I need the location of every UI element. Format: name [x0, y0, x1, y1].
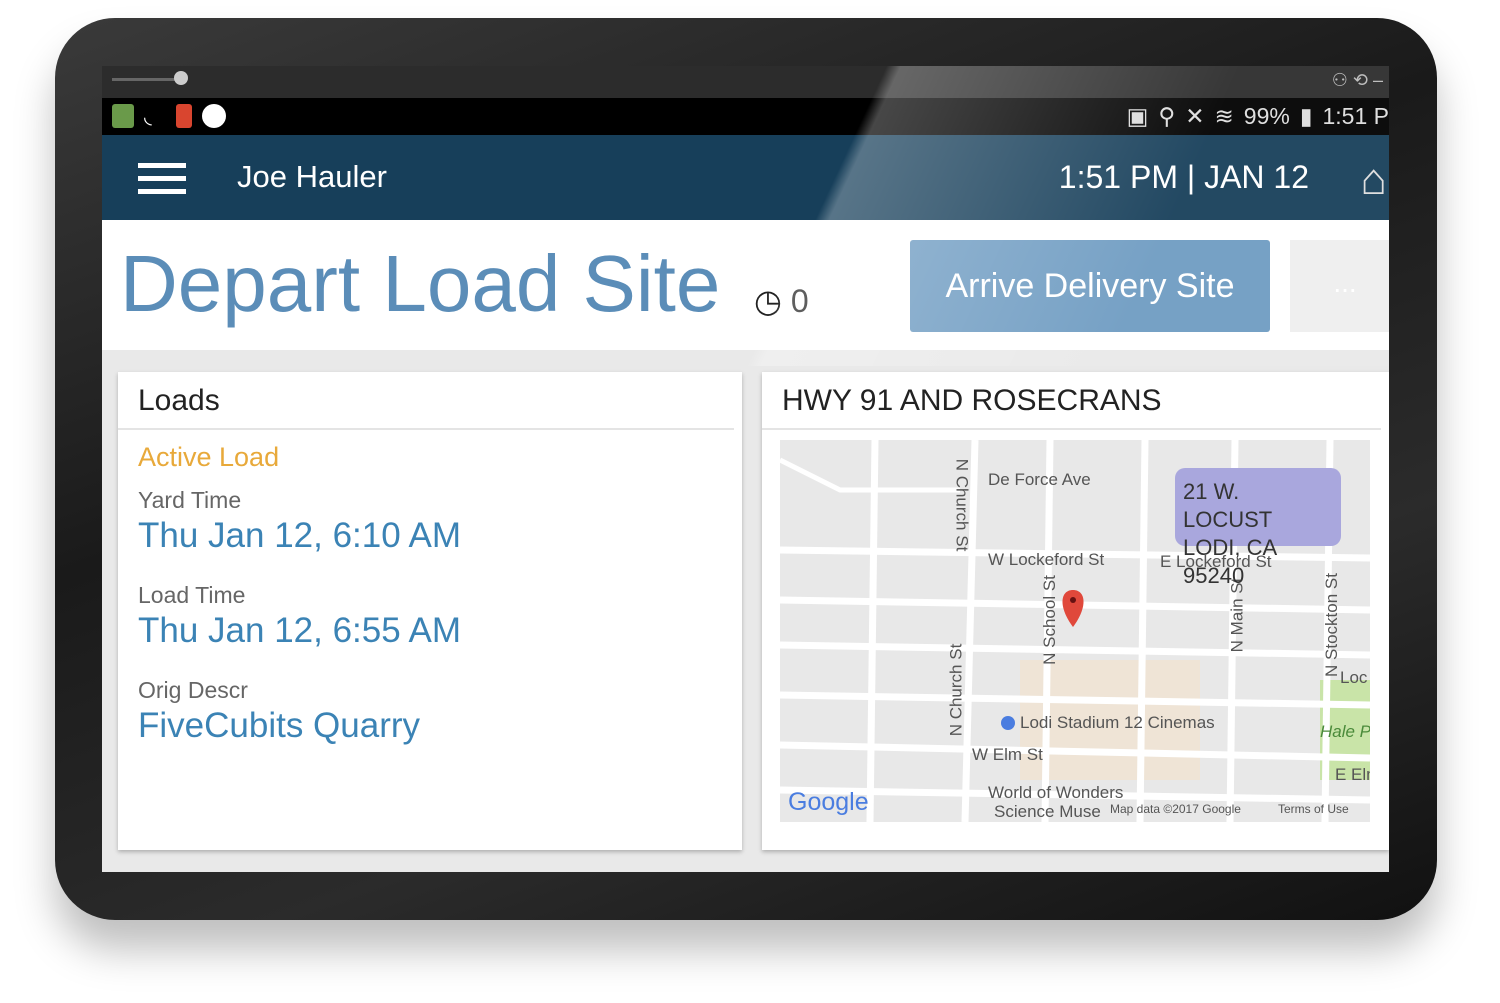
active-load-label: Active Load	[138, 442, 280, 472]
load-time-label: Load Time	[138, 582, 246, 608]
home-icon[interactable]: ⌂	[1360, 155, 1387, 205]
address-line1: 21 W. LOCUST	[1183, 479, 1273, 532]
clock: 1:51 P	[1322, 103, 1390, 129]
map-heading: HWY 91 AND ROSECRANS	[762, 372, 1381, 430]
wifi-icon: ≋	[1214, 103, 1234, 129]
cinema-icon	[1001, 716, 1015, 730]
location-pin-icon	[1062, 590, 1084, 627]
menu-icon[interactable]	[138, 163, 186, 195]
app-header: Joe Hauler 1:51 PM | JAN 12 ⌂	[102, 135, 1389, 220]
user-name: Joe Hauler	[237, 159, 387, 194]
map-card: HWY 91 AND ROSECRANS De Force Ave W Lock…	[762, 372, 1389, 850]
map-label: De Force Ave	[988, 470, 1091, 489]
timer-count: 0	[790, 283, 809, 319]
yard-time-value: Thu Jan 12, 6:10 AM	[138, 516, 461, 555]
map-label: N School St	[1039, 575, 1059, 665]
arrive-delivery-site-button[interactable]: Arrive Delivery Site	[910, 240, 1270, 332]
loads-card: Loads Active Load Yard Time Thu Jan 12, …	[118, 372, 742, 850]
screen: ⚇ ⟲ – ◟ ▣ ⚲ ✕ ≋ 99% ▮ 1:51 P Joe Hauler …	[102, 66, 1389, 872]
slider-knob[interactable]	[174, 71, 188, 85]
map-label: W Lockeford St	[988, 550, 1105, 569]
page-title: Depart Load Site	[120, 239, 721, 328]
loads-heading: Loads	[118, 372, 734, 430]
map-label: W Elm St	[972, 745, 1043, 764]
location-icon: ⚲	[1158, 103, 1176, 129]
header-datetime: 1:51 PM | JAN 12	[1058, 159, 1309, 195]
map-label: Loc	[1340, 668, 1368, 687]
cast-icon: ▣	[1126, 103, 1149, 129]
title-bar: Depart Load Site ◷ 0 Arrive Delivery Sit…	[102, 220, 1389, 350]
map-label: N Church St	[952, 458, 972, 552]
map-label: World of Wonders	[988, 783, 1124, 802]
yard-time-label: Yard Time	[138, 487, 242, 513]
sim-icon	[176, 104, 192, 128]
battery-icon: ▮	[1299, 103, 1313, 129]
map-attribution: Map data ©2017 Google	[1110, 802, 1241, 816]
battery-level: 99%	[1243, 103, 1290, 129]
google-logo: Google	[788, 788, 869, 816]
app-icon	[112, 104, 134, 128]
map-label: Science Muse	[994, 802, 1101, 821]
clock-icon: ◷	[754, 283, 782, 319]
notification-shade: ⚇ ⟲ –	[102, 66, 1389, 98]
orig-descr-value: FiveCubits Quarry	[138, 706, 421, 745]
address-line2: LODI, CA 95240	[1183, 535, 1276, 588]
timer: ◷ 0	[754, 282, 809, 320]
mute-icon: ✕	[1185, 103, 1205, 129]
map-label: N Church St	[946, 643, 966, 737]
map[interactable]: De Force Ave W Lockeford St E Lockeford …	[780, 440, 1370, 822]
address-overlay: 21 W. LOCUST LODI, CA 95240	[1175, 468, 1341, 588]
more-button[interactable]: ...	[1290, 240, 1389, 332]
load-time-value: Thu Jan 12, 6:55 AM	[138, 611, 461, 650]
brightness-slider[interactable]	[112, 78, 182, 81]
map-label-cinema[interactable]: Lodi Stadium 12 Cinemas	[1020, 713, 1215, 733]
nfc-icon: ◟	[144, 106, 152, 128]
orig-descr-label: Orig Descr	[138, 677, 248, 703]
terms-link[interactable]: Terms of Use	[1278, 802, 1349, 816]
map-label: E Elm	[1335, 765, 1370, 784]
rotate-icon[interactable]: ⚇ ⟲ –	[1332, 70, 1383, 91]
map-label: Hale P	[1320, 722, 1370, 741]
do-not-disturb-icon	[202, 104, 226, 128]
status-bar: ◟ ▣ ⚲ ✕ ≋ 99% ▮ 1:51 P	[102, 98, 1389, 135]
